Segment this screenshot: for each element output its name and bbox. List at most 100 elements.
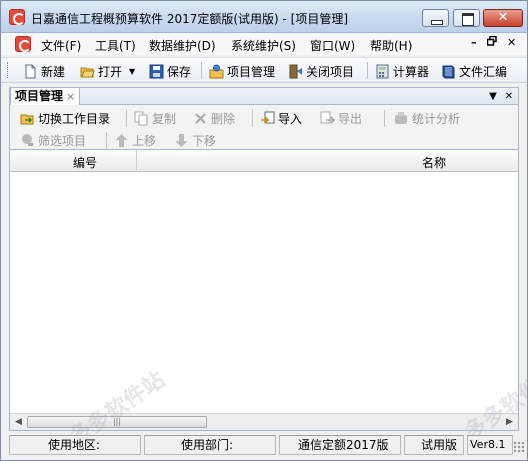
new-document-icon [25,64,36,78]
new-label: 新建 [41,64,66,79]
panel-header: 项目管理 × ▼ ✕ [9,87,519,105]
close-icon: ✕ [497,10,509,25]
open-button[interactable]: 打开 ▼ [80,62,135,80]
table-header: 编号 名称 [10,150,518,172]
toolbar-separator [384,110,385,127]
tab-label: 项目管理 [15,89,64,103]
copy-label: 复制 [152,111,177,126]
delete-x-icon [195,112,206,124]
status-version: Ver8.1 [467,435,513,455]
mdi-minimize-button[interactable]: – [471,36,477,49]
document-summary-button[interactable]: 文件汇编 [441,62,507,80]
menu-tools[interactable]: 工具(T) [95,37,136,54]
close-button[interactable]: ✕ [483,9,523,27]
move-up-button[interactable]: 上移 [114,131,156,149]
calculator-button[interactable]: 计算器 [375,62,429,80]
status-region: 使用地区: [9,435,141,455]
project-management-button[interactable]: 项目管理 [209,62,275,80]
close-project-button[interactable]: 关闭项目 [288,62,354,80]
status-license: 试用版 [404,435,464,455]
status-bar: 使用地区: 使用部门: 通信定额2017版 试用版 Ver8.1 [1,435,527,460]
copy-icon [134,111,148,125]
export-icon [320,111,335,124]
title-bar: 日嘉通信工程概预算软件 2017定额版(试用版) - [项目管理] ✕ [1,1,527,33]
restore-icon [486,35,497,46]
mdi-restore-button[interactable] [486,35,497,49]
filter-projects-label: 筛选项目 [38,133,87,148]
project-table[interactable]: 编号 名称 ◀ ||| ▶ [9,149,519,431]
maximize-button[interactable] [453,9,480,27]
export-button[interactable]: 导出 [320,109,362,127]
toolbar-grip[interactable] [7,62,10,78]
move-down-label: 下移 [192,133,217,148]
statistics-icon [395,111,407,124]
tab-close-icon[interactable]: × [66,90,75,103]
app-logo-icon [9,9,25,25]
window-title: 日嘉通信工程概预算软件 2017定额版(试用版) - [项目管理] [31,12,349,26]
switch-directory-button[interactable]: 切换工作目录 [20,109,110,127]
toolbar-separator [201,62,202,79]
toolbar-separator [367,62,368,79]
column-divider[interactable] [136,150,137,172]
app-window: 日嘉通信工程概预算软件 2017定额版(试用版) - [项目管理] ✕ 文件(F… [0,0,528,461]
statistics-button[interactable]: 统计分析 [394,109,460,127]
document-system-menu-icon[interactable] [15,36,31,52]
scroll-thumb[interactable]: ||| [27,416,207,428]
minimize-button[interactable] [422,9,449,27]
calculator-icon [376,64,389,78]
panel-close-icon[interactable]: ✕ [502,89,516,103]
status-department: 使用部门: [144,435,276,455]
chevron-down-icon[interactable]: ▼ [129,67,135,76]
book-icon [442,65,455,78]
export-label: 导出 [338,111,363,126]
folder-swap-icon [20,114,34,124]
panel-menu-chevron-down-icon[interactable]: ▼ [486,89,500,103]
close-project-icon [289,64,302,78]
new-button[interactable]: 新建 [23,62,65,80]
main-toolbar: 新建 打开 ▼ 保存 项目管理 关闭项目 计算器 文件汇编 [1,57,527,83]
horizontal-scrollbar[interactable]: ◀ ||| ▶ [10,413,518,430]
import-label: 导入 [278,111,303,126]
delete-button[interactable]: 删除 [193,109,235,127]
menu-window[interactable]: 窗口(W) [310,37,355,54]
menu-help[interactable]: 帮助(H) [370,37,412,54]
tab-project-management[interactable]: 项目管理 × [10,87,81,105]
resize-grip-icon[interactable] [513,441,525,453]
toolbar-separator [126,110,127,127]
toolbar-separator [252,110,253,127]
open-folder-icon [80,67,95,77]
project-management-icon [209,64,224,78]
menu-file[interactable]: 文件(F) [41,37,81,54]
close-project-label: 关闭项目 [306,64,355,79]
open-label: 打开 [98,64,123,79]
column-header-name[interactable]: 名称 [422,154,446,171]
move-up-label: 上移 [132,133,157,148]
toolbar-separator [106,132,107,149]
statistics-label: 统计分析 [412,111,461,126]
mdi-close-button[interactable]: ✕ [507,36,516,49]
project-management-label: 项目管理 [227,64,276,79]
menu-data-maintenance[interactable]: 数据维护(D) [149,37,216,54]
arrow-down-icon [175,133,188,147]
filter-icon [22,133,33,146]
filter-projects-button[interactable]: 筛选项目 [20,131,86,149]
import-icon [261,111,275,124]
arrow-up-icon [115,133,128,147]
calculator-label: 计算器 [393,64,430,79]
menu-system-maintenance[interactable]: 系统维护(S) [231,37,296,54]
import-button[interactable]: 导入 [260,109,302,127]
document-summary-label: 文件汇编 [459,64,508,79]
status-edition: 通信定额2017版 [279,435,401,455]
switch-directory-label: 切换工作目录 [38,111,111,126]
save-disk-icon [149,64,164,78]
save-button[interactable]: 保存 [149,62,191,80]
column-header-number[interactable]: 编号 [73,154,97,171]
save-label: 保存 [167,64,192,79]
copy-button[interactable]: 复制 [134,109,176,127]
delete-label: 删除 [211,111,236,126]
project-toolbar: 切换工作目录 复制 删除 导入 导出 统计分析 筛选项目 上移 下移 [9,105,519,149]
move-down-button[interactable]: 下移 [174,131,216,149]
scroll-left-icon[interactable]: ◀ [10,414,27,430]
scroll-right-icon[interactable]: ▶ [501,414,518,430]
menu-bar: 文件(F) 工具(T) 数据维护(D) 系统维护(S) 窗口(W) 帮助(H) … [1,33,527,55]
